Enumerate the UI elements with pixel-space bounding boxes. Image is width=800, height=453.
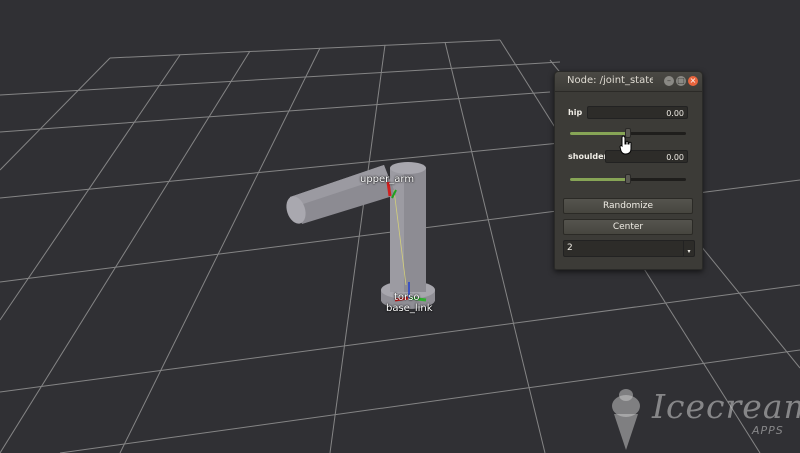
watermark: Icecream APPS	[604, 384, 800, 453]
mouse-cursor-icon	[619, 135, 632, 155]
shoulder-slider-handle[interactable]	[625, 174, 631, 184]
window-title: Node: /joint_state_publisher	[567, 75, 653, 86]
base-link-label: base_link	[386, 303, 433, 314]
joint-value-hip[interactable]: 0.00	[587, 106, 688, 119]
torso-label: torso	[394, 292, 420, 303]
shoulder-slider-fill	[570, 178, 628, 181]
shoulder-slider[interactable]	[570, 174, 686, 184]
joint-label-shoulder: shoulder	[568, 152, 608, 161]
upper-arm-label: upper_arm	[360, 174, 415, 185]
spinbox-value: 2	[567, 243, 573, 253]
watermark-brand: Icecream	[652, 387, 800, 426]
watermark-sub: APPS	[752, 424, 784, 437]
randomize-button[interactable]: Randomize	[563, 198, 693, 214]
column-count-spinbox[interactable]: 2 ▾	[563, 240, 695, 257]
close-icon[interactable]: ×	[688, 76, 698, 86]
joint-label-hip: hip	[568, 108, 583, 117]
ice-cream-cone-icon	[612, 389, 640, 450]
center-button[interactable]: Center	[563, 219, 693, 235]
joint-state-publisher-window[interactable]: Node: /joint_state_publisher – □ × hip 0…	[554, 71, 703, 270]
joint-value-shoulder[interactable]: 0.00	[605, 150, 688, 163]
maximize-icon[interactable]: □	[676, 76, 686, 86]
chevron-down-icon[interactable]: ▾	[683, 241, 694, 256]
minimize-icon[interactable]: –	[664, 76, 674, 86]
window-titlebar[interactable]: Node: /joint_state_publisher – □ ×	[555, 72, 702, 92]
